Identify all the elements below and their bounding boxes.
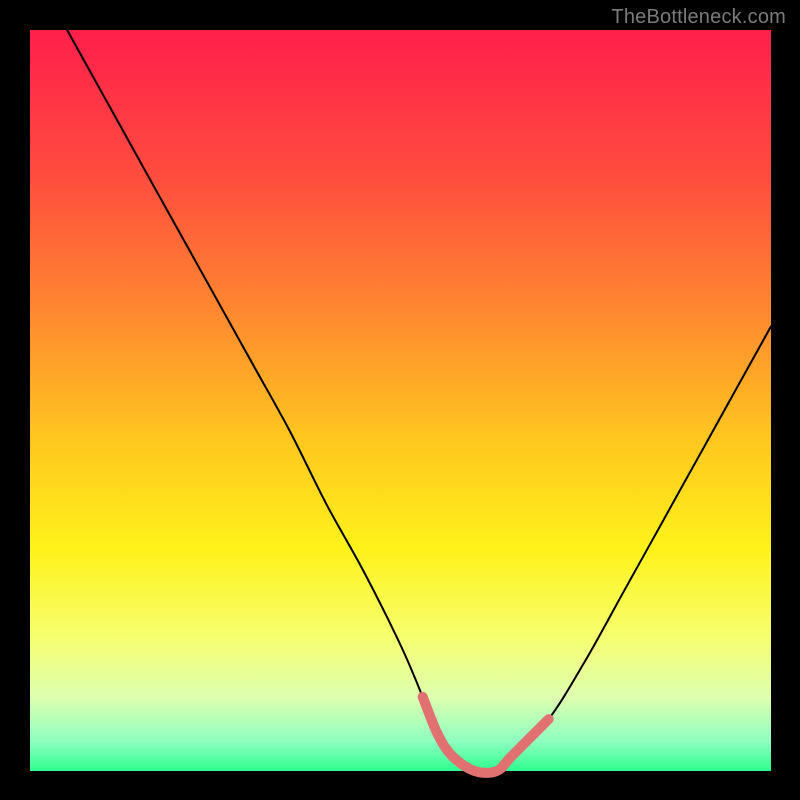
bottleneck-curve-highlight bbox=[423, 697, 549, 773]
chart-container: TheBottleneck.com bbox=[0, 0, 800, 800]
watermark-text: TheBottleneck.com bbox=[611, 6, 786, 29]
bottleneck-curve-path bbox=[67, 30, 771, 773]
plot-area bbox=[30, 30, 771, 771]
curve-layer bbox=[30, 30, 771, 771]
